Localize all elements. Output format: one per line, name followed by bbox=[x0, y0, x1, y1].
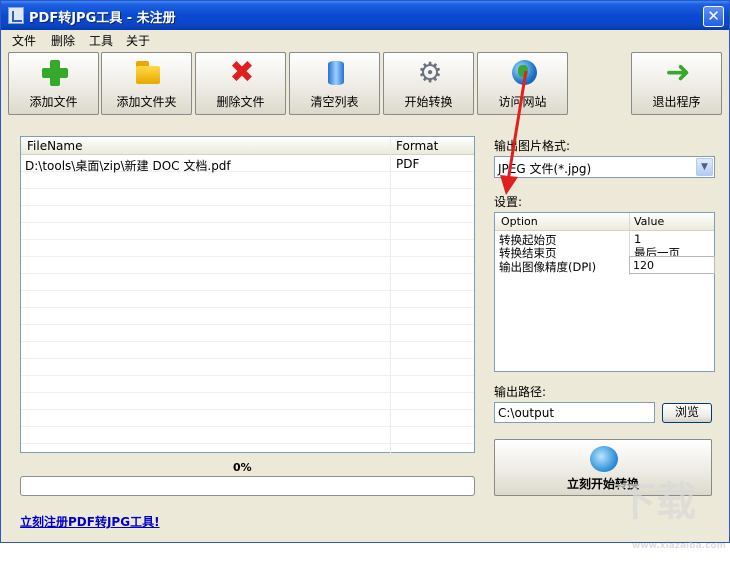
menu-bar: 文件 删除 工具 关于 bbox=[1, 30, 729, 50]
clear-list-icon bbox=[321, 58, 351, 88]
empty-row bbox=[21, 377, 474, 393]
clear-list-button[interactable]: 清空列表 bbox=[289, 52, 380, 115]
toolbar: 添加文件 添加文件夹 ✖ 删除文件 清空列表 ⚙ 开始转换 访问网站 ➜ 退出程… bbox=[1, 50, 729, 120]
start-convert-label: 开始转换 bbox=[404, 95, 453, 109]
progress-percent: 0% bbox=[233, 461, 252, 474]
value-start-page[interactable]: 1 bbox=[634, 232, 641, 246]
app-window: PDF转JPG工具 - 未注册 ✕ 文件 删除 工具 关于 添加文件 添加文件夹… bbox=[0, 0, 730, 551]
app-icon bbox=[8, 7, 24, 24]
chevron-down-icon[interactable]: ▼ bbox=[696, 158, 713, 176]
clear-list-label: 清空列表 bbox=[310, 95, 359, 109]
exit-button[interactable]: ➜ 退出程序 bbox=[631, 52, 722, 115]
empty-row bbox=[21, 275, 474, 291]
empty-row bbox=[21, 428, 474, 444]
convert-refresh-icon bbox=[590, 446, 618, 472]
empty-row bbox=[21, 394, 474, 410]
annotation-arrow bbox=[500, 70, 528, 195]
row-format: PDF bbox=[396, 157, 420, 171]
exit-label: 退出程序 bbox=[652, 95, 701, 109]
menu-tools[interactable]: 工具 bbox=[89, 32, 113, 49]
dpi-input[interactable]: 120 bbox=[629, 256, 715, 274]
settings-grid-header: Option Value bbox=[495, 213, 714, 231]
column-option: Option bbox=[501, 215, 538, 228]
empty-row bbox=[21, 207, 474, 223]
column-value: Value bbox=[634, 215, 665, 228]
empty-row bbox=[21, 258, 474, 274]
add-file-label: 添加文件 bbox=[29, 95, 78, 109]
add-file-button[interactable]: 添加文件 bbox=[8, 52, 99, 115]
output-path-input[interactable]: C:\output bbox=[494, 402, 655, 423]
empty-row bbox=[21, 343, 474, 359]
start-convert-button[interactable]: ⚙ 开始转换 bbox=[383, 52, 474, 115]
exit-arrow-icon: ➜ bbox=[665, 55, 691, 90]
settings-grid[interactable]: Option Value 转换起始页 1 转换结束页 最后一页 输出图像精度(D… bbox=[494, 212, 715, 372]
delete-x-icon: ✖ bbox=[229, 55, 255, 90]
settings-row[interactable]: 转换起始页 1 bbox=[495, 232, 714, 247]
option-dpi: 输出图像精度(DPI) bbox=[499, 260, 597, 274]
column-format[interactable]: Format bbox=[396, 139, 438, 153]
gear-icon: ⚙ bbox=[417, 56, 443, 89]
empty-row bbox=[21, 411, 474, 427]
empty-row bbox=[21, 224, 474, 240]
annotation-arrow-line bbox=[506, 70, 528, 182]
empty-row bbox=[21, 173, 474, 189]
dpi-value: 120 bbox=[633, 259, 654, 272]
progress-bar bbox=[20, 476, 475, 496]
browse-button[interactable]: 浏览 bbox=[662, 403, 712, 423]
file-list[interactable]: FileName Format D:\tools\桌面\zip\新建 DOC 文… bbox=[20, 136, 475, 454]
add-folder-button[interactable]: 添加文件夹 bbox=[101, 52, 192, 115]
register-link[interactable]: 立刻注册PDF转JPG工具! bbox=[20, 513, 160, 530]
empty-row bbox=[21, 326, 474, 342]
empty-row bbox=[21, 360, 474, 376]
window-title: PDF转JPG工具 - 未注册 bbox=[29, 11, 176, 26]
table-row[interactable]: D:\tools\桌面\zip\新建 DOC 文档.pdf PDF bbox=[21, 156, 474, 173]
empty-row bbox=[21, 309, 474, 325]
output-path-label: 输出路径: bbox=[494, 385, 547, 399]
menu-about[interactable]: 关于 bbox=[126, 32, 150, 49]
delete-file-button[interactable]: ✖ 删除文件 bbox=[195, 52, 286, 115]
annotation-arrow-head bbox=[500, 175, 518, 195]
delete-file-label: 删除文件 bbox=[216, 95, 265, 109]
output-path-value: C:\output bbox=[498, 406, 555, 420]
empty-row bbox=[21, 292, 474, 308]
row-filename: D:\tools\桌面\zip\新建 DOC 文档.pdf bbox=[25, 159, 231, 173]
title-bar: PDF转JPG工具 - 未注册 ✕ bbox=[1, 1, 729, 30]
column-filename[interactable]: FileName bbox=[27, 139, 82, 153]
file-list-header: FileName Format bbox=[21, 137, 474, 155]
add-plus-icon bbox=[40, 58, 70, 88]
close-button[interactable]: ✕ bbox=[703, 6, 724, 27]
menu-file[interactable]: 文件 bbox=[12, 32, 36, 49]
menu-delete[interactable]: 删除 bbox=[51, 32, 75, 49]
watermark-logo: 下载 www.xiazaiba.com bbox=[616, 479, 726, 551]
folder-icon bbox=[133, 58, 163, 88]
empty-row bbox=[21, 190, 474, 206]
add-folder-label: 添加文件夹 bbox=[116, 95, 177, 109]
empty-row bbox=[21, 241, 474, 257]
